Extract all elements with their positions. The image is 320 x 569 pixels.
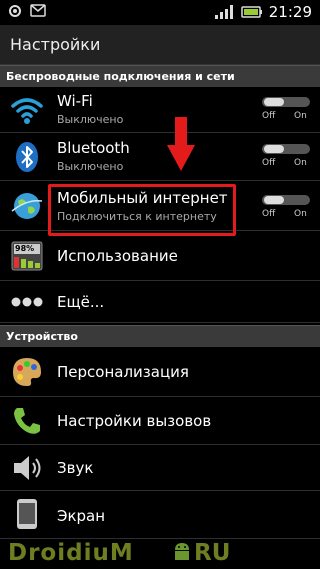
toggle-on-label: On [294,111,307,121]
title-bar: Настройки [0,25,320,65]
display-icon [17,499,37,529]
clock: 21:29 [268,3,312,21]
message-icon [30,4,46,17]
settings-item-display[interactable]: Экран [0,491,320,539]
item-status: Выключено [57,113,124,126]
settings-item-call-settings[interactable]: Настройки вызовов [0,397,320,445]
item-label: Персонализация [57,363,189,381]
settings-item-bluetooth[interactable]: Bluetooth Выключено Off On [0,133,320,181]
wifi-icon [11,98,43,124]
watermark-text: DroidiuM [8,540,134,566]
toggle-knob [264,98,284,106]
toggle-off-label: Off [262,111,276,121]
section-title: Устройство [6,330,78,343]
settings-item-more[interactable]: Ещё... [0,281,320,323]
section-title: Беспроводные подключения и сети [6,70,235,83]
item-label: Звук [57,459,94,477]
settings-icon [9,5,21,17]
status-bar: 21:29 [0,0,320,25]
item-label: Wi-Fi [57,92,93,110]
settings-item-usage[interactable]: 98% Использование [0,231,320,281]
settings-item-personalization[interactable]: Персонализация [0,347,320,397]
annotation-arrow-icon [167,117,195,171]
section-header-device: Устройство [0,325,320,347]
page-title: Настройки [10,35,101,54]
item-label: Bluetooth [57,139,130,157]
battery-icon [241,6,262,18]
watermark: DroidiuM RU [0,536,320,569]
toggle-on-label: On [294,209,307,219]
toggle-knob [264,145,284,153]
more-icon [11,297,43,307]
toggle-off-label: Off [262,158,276,168]
toggle-on-label: On [294,158,307,168]
phone-icon [14,408,40,434]
status-right: 21:29 [213,3,312,21]
item-label: Ещё... [57,293,105,311]
settings-item-sound[interactable]: Звук [0,445,320,491]
settings-item-wifi[interactable]: Wi-Fi Выключено Off On [0,87,320,133]
annotation-highlight-box [48,184,236,236]
android-icon [175,543,189,560]
globe-icon [11,193,43,219]
item-label: Экран [57,507,106,525]
toggle-off-label: Off [262,209,276,219]
usage-battery-text: 98% [15,244,35,253]
item-label: Использование [57,247,178,265]
item-status: Выключено [57,160,124,173]
watermark-text-ru: RU [194,540,231,566]
section-header-wireless: Беспроводные подключения и сети [0,65,320,87]
bluetooth-icon [16,142,38,172]
signal-icon [214,5,233,19]
toggle-knob [264,196,284,204]
palette-icon [13,358,41,386]
status-left [8,4,46,18]
item-label: Настройки вызовов [57,412,212,430]
speaker-icon [14,456,41,480]
